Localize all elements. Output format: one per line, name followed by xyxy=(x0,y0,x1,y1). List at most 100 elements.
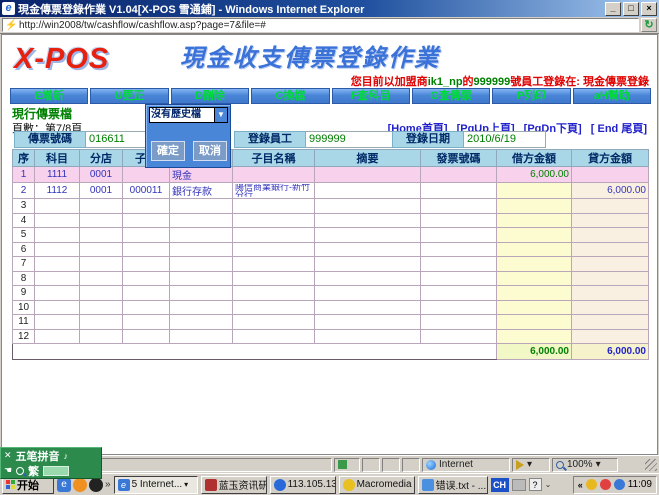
table-cell[interactable] xyxy=(170,199,233,214)
table-cell[interactable] xyxy=(80,315,123,330)
chevron-down-icon[interactable]: ▼ xyxy=(214,108,227,122)
table-cell[interactable]: 銀行存款 xyxy=(170,183,233,199)
table-cell[interactable] xyxy=(123,213,170,228)
table-cell[interactable] xyxy=(123,315,170,330)
table-cell[interactable] xyxy=(233,228,315,243)
table-cell[interactable] xyxy=(170,315,233,330)
table-cell[interactable] xyxy=(421,228,497,243)
table-cell[interactable] xyxy=(123,271,170,286)
table-cell[interactable] xyxy=(80,242,123,257)
table-cell[interactable] xyxy=(421,242,497,257)
table-cell[interactable] xyxy=(572,167,649,183)
language-bar-options-icon[interactable]: ⌄ xyxy=(545,480,552,489)
quicklaunch-ie-icon[interactable]: e xyxy=(57,478,71,492)
table-cell[interactable] xyxy=(35,228,80,243)
table-cell[interactable] xyxy=(572,300,649,315)
quicklaunch-qq-icon[interactable] xyxy=(73,478,87,492)
query-account-button[interactable]: F查科目 xyxy=(332,88,410,104)
table-cell[interactable] xyxy=(80,286,123,301)
table-cell[interactable] xyxy=(497,228,572,243)
table-cell[interactable] xyxy=(421,315,497,330)
table-cell[interactable] xyxy=(80,271,123,286)
language-indicator[interactable]: CH xyxy=(491,478,509,492)
table-cell[interactable] xyxy=(572,286,649,301)
table-cell[interactable] xyxy=(123,167,170,183)
table-cell[interactable] xyxy=(315,286,421,301)
table-cell[interactable]: 現金 xyxy=(170,167,233,183)
add-button[interactable]: E增新 xyxy=(10,88,88,104)
table-cell[interactable] xyxy=(421,213,497,228)
table-cell[interactable] xyxy=(497,286,572,301)
table-cell[interactable] xyxy=(233,242,315,257)
table-cell[interactable] xyxy=(35,213,80,228)
employee-field[interactable]: 999999 xyxy=(306,131,398,148)
table-cell[interactable] xyxy=(233,315,315,330)
zoom-control[interactable]: 100%▾ xyxy=(552,458,618,472)
ime-traditional-toggle[interactable]: 繁 xyxy=(28,463,39,479)
table-cell[interactable] xyxy=(421,257,497,272)
url-input[interactable]: ⚡ http://win2008/tw/cashflow/cashflow.as… xyxy=(2,18,639,32)
update-button[interactable]: U更正 xyxy=(90,88,168,104)
table-cell[interactable] xyxy=(80,257,123,272)
table-cell[interactable] xyxy=(315,271,421,286)
table-cell[interactable] xyxy=(170,329,233,344)
table-cell[interactable] xyxy=(421,300,497,315)
table-cell[interactable] xyxy=(80,300,123,315)
cancel-button[interactable]: 取消 xyxy=(193,141,227,161)
tray-collapse-chevron[interactable]: « xyxy=(578,480,583,490)
close-button[interactable]: × xyxy=(641,2,657,16)
table-cell[interactable]: 6,000.00 xyxy=(572,183,649,199)
ime-sound-icon[interactable]: ♪ xyxy=(64,451,69,461)
table-cell[interactable] xyxy=(421,271,497,286)
table-cell[interactable] xyxy=(80,199,123,214)
table-cell[interactable] xyxy=(572,271,649,286)
printer-icon[interactable] xyxy=(512,479,526,491)
table-cell[interactable] xyxy=(421,329,497,344)
ime-hand-icon[interactable]: ☚ xyxy=(4,465,12,476)
table-cell[interactable] xyxy=(572,315,649,330)
table-cell[interactable] xyxy=(233,167,315,183)
date-field[interactable]: 2010/6/19 xyxy=(464,131,546,148)
refresh-icon[interactable]: ↻ xyxy=(641,18,657,32)
table-cell[interactable] xyxy=(170,300,233,315)
table-cell[interactable] xyxy=(123,286,170,301)
table-cell[interactable] xyxy=(123,242,170,257)
tray-icon-3[interactable] xyxy=(614,479,625,490)
table-cell[interactable] xyxy=(170,228,233,243)
table-cell[interactable] xyxy=(35,286,80,301)
table-cell[interactable] xyxy=(572,242,649,257)
table-cell[interactable] xyxy=(497,257,572,272)
task-macromedia[interactable]: Macromedia ... xyxy=(339,476,415,494)
table-cell[interactable] xyxy=(497,183,572,199)
table-cell[interactable] xyxy=(315,300,421,315)
table-cell[interactable] xyxy=(170,213,233,228)
table-cell[interactable] xyxy=(35,242,80,257)
tray-icon-2[interactable] xyxy=(600,479,611,490)
table-cell[interactable] xyxy=(497,329,572,344)
table-cell[interactable] xyxy=(80,228,123,243)
table-cell[interactable] xyxy=(35,300,80,315)
table-cell[interactable] xyxy=(80,329,123,344)
table-cell[interactable] xyxy=(170,242,233,257)
table-cell[interactable] xyxy=(315,167,421,183)
table-cell[interactable] xyxy=(497,242,572,257)
task-lanyu[interactable]: 蓝玉资讯研... xyxy=(201,476,267,494)
table-cell[interactable] xyxy=(123,300,170,315)
help-button[interactable]: aH幫助 xyxy=(573,88,651,104)
table-cell[interactable] xyxy=(233,286,315,301)
table-cell[interactable] xyxy=(233,257,315,272)
table-cell[interactable]: 0001 xyxy=(80,183,123,199)
ime-keyboard-icon[interactable] xyxy=(43,466,69,476)
table-cell[interactable] xyxy=(315,257,421,272)
table-cell[interactable]: 0001 xyxy=(80,167,123,183)
table-cell[interactable] xyxy=(233,271,315,286)
table-cell[interactable] xyxy=(123,199,170,214)
table-cell[interactable] xyxy=(233,199,315,214)
table-cell[interactable] xyxy=(170,257,233,272)
table-cell[interactable] xyxy=(572,199,649,214)
query-voucher-button[interactable]: G查傳票 xyxy=(412,88,490,104)
table-cell[interactable] xyxy=(497,271,572,286)
help-tray-icon[interactable]: ? xyxy=(529,478,542,491)
table-cell[interactable] xyxy=(123,329,170,344)
table-cell[interactable] xyxy=(80,213,123,228)
